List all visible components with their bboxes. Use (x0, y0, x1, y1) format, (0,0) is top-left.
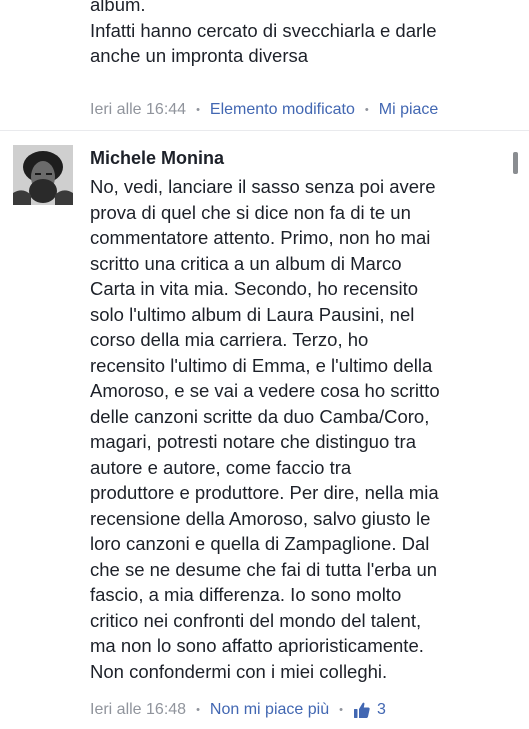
comment-line: produttore e produttore. Per dire, nella… (90, 482, 439, 503)
comment-line: delle canzoni scritte da duo Camba/Coro, (90, 405, 430, 427)
comment-line: scritto una critica a un album di Marco (90, 252, 402, 274)
comment-line: Carta in vita mia. Secondo, ho recensito (90, 278, 419, 299)
comment-line: Infatti hanno cercato di svecchiarla e d… (90, 19, 437, 41)
comment-line: solo l'ultimo album di Laura Pausini, ne… (90, 303, 415, 325)
separator-dot: • (339, 704, 343, 716)
comment-author[interactable]: Michele Monina (90, 148, 224, 169)
comment-timestamp: Ieri alle 16:44 (90, 101, 187, 118)
avatar[interactable] (13, 145, 73, 205)
separator-dot: • (364, 104, 369, 116)
comment-line: corso della mia carriera. Terzo, ho (90, 329, 369, 350)
previous-comment-meta: Ieri alle 16:44 • Elemento modificato • … (90, 101, 438, 119)
comment-line: Non confondermi con i miei colleghi. (90, 660, 388, 682)
separator-dot: • (196, 704, 200, 716)
separator-dot: • (196, 104, 200, 116)
comment-line: recensione della Amoroso, salvo giusto l… (90, 507, 431, 529)
comment-timestamp: Ieri alle 16:48 (90, 701, 187, 718)
comment-line: album. (90, 0, 146, 15)
comment-line: autore e autore, come faccio tra (90, 456, 352, 478)
comment-line: anche un impronta diversa (90, 45, 309, 66)
comment-body: No, vedi, lanciare il sasso senza poi av… (90, 174, 515, 684)
comment-line: critico nei confronti del mondo del tale… (90, 609, 422, 631)
comment-line: fascio, a mia differenza. Io sono molto (90, 584, 402, 605)
like-button[interactable]: Mi piace (379, 101, 439, 119)
comment-line: che se ne desume che fai di tutta l'erba… (90, 558, 438, 580)
unlike-button[interactable]: Non mi piace più (210, 701, 329, 719)
like-count[interactable]: 3 (353, 701, 386, 719)
comment-line: ma non lo sono affatto aprioristicamente… (90, 635, 424, 656)
avatar-image (13, 145, 73, 205)
comment-line: No, vedi, lanciare il sasso senza poi av… (90, 176, 436, 197)
comment-thread: album. Infatti hanno cercato di svecchia… (0, 0, 529, 729)
scrollbar[interactable] (513, 152, 518, 174)
comment-line: magari, potresti notare che distinguo tr… (90, 431, 416, 452)
comment-line: Amoroso, e se vai a vedere cosa ho scrit… (90, 380, 440, 401)
comment-line: prova di quel che si dice non fa di te u… (90, 201, 411, 223)
main-comment-meta: Ieri alle 16:48 • Non mi piace più • 3 (90, 701, 386, 719)
thumbs-up-icon (353, 702, 370, 718)
comment-line: commentatore attento. Primo, non ho mai (90, 227, 431, 248)
previous-comment: album. Infatti hanno cercato di svecchia… (0, 0, 529, 131)
edited-link[interactable]: Elemento modificato (210, 101, 355, 119)
comment-line: loro canzoni e quella di Zampaglione. Da… (90, 533, 430, 554)
previous-comment-body: album. Infatti hanno cercato di svecchia… (90, 0, 515, 69)
comment-line: recensito l'ultimo di Emma, e l'ultimo d… (90, 354, 433, 376)
like-count-value: 3 (376, 701, 386, 718)
